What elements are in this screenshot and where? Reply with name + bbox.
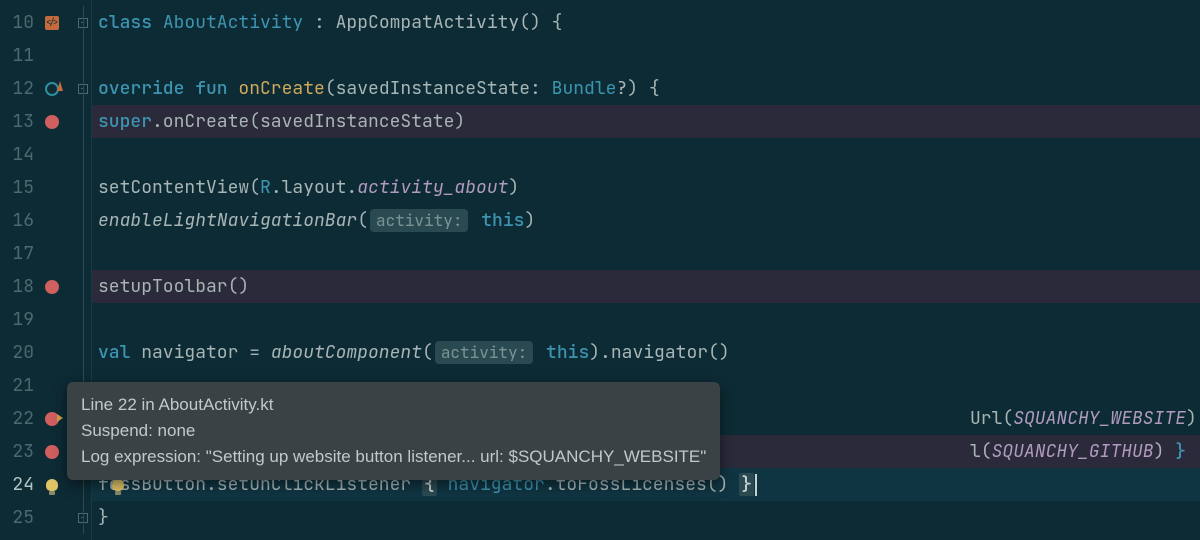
code-line-12[interactable]: override fun onCreate(savedInstanceState… — [92, 72, 1200, 105]
gutter-line-16[interactable]: 16 — [0, 204, 74, 237]
gutter-line-20[interactable]: 20 — [0, 336, 74, 369]
gutter-line-18[interactable]: 18 — [0, 270, 74, 303]
fold-line — [74, 171, 91, 204]
code-tail-23: l(SQUANCHY_GITHUB) } — [970, 440, 1186, 463]
tooltip-suspend: Suspend: none — [81, 418, 706, 444]
gutter-line-10[interactable]: 10 — [0, 6, 74, 39]
line-number: 23 — [6, 440, 34, 463]
gutter-line-23[interactable]: 23 — [0, 435, 74, 468]
fold-line — [74, 237, 91, 270]
code-line-25[interactable]: } — [92, 501, 1200, 534]
fold-line — [74, 204, 91, 237]
fold-line — [74, 39, 91, 72]
gutter-line-19[interactable]: 19 — [0, 303, 74, 336]
override-icon[interactable] — [45, 82, 59, 96]
tooltip-log-expression: Log expression: "Setting up website butt… — [81, 444, 706, 470]
log-breakpoint-icon[interactable] — [45, 412, 59, 426]
breakpoint-tooltip: Line 22 in AboutActivity.kt Suspend: non… — [67, 382, 720, 480]
line-number: 15 — [6, 176, 34, 199]
fold-open-icon[interactable]: - — [78, 84, 88, 94]
fold-line — [74, 138, 91, 171]
line-number: 18 — [6, 275, 34, 298]
gutter-line-13[interactable]: 13 — [0, 105, 74, 138]
line-number: 20 — [6, 341, 34, 364]
line-number: 17 — [6, 242, 34, 265]
line-number: 14 — [6, 143, 34, 166]
gutter-line-12[interactable]: 12 — [0, 72, 74, 105]
intention-bulb-icon[interactable] — [46, 479, 58, 491]
text-caret — [755, 474, 757, 496]
fold-line — [74, 336, 91, 369]
code-line-14[interactable] — [92, 138, 1200, 171]
code-line-17[interactable] — [92, 237, 1200, 270]
line-number: 24 — [6, 473, 34, 496]
file-icon[interactable] — [45, 16, 59, 30]
code-line-16[interactable]: enableLightNavigationBar(activity: this) — [92, 204, 1200, 237]
fold-line: - — [74, 72, 91, 105]
line-number: 13 — [6, 110, 34, 133]
gutter-line-14[interactable]: 14 — [0, 138, 74, 171]
line-number: 25 — [6, 506, 34, 529]
line-number: 10 — [6, 11, 34, 34]
code-line-18[interactable]: setupToolbar() — [92, 270, 1200, 303]
fold-line: - — [74, 501, 91, 534]
gutter-line-24[interactable]: 24 — [0, 468, 74, 501]
param-hint: activity: — [370, 209, 468, 232]
breakpoint-icon[interactable] — [45, 280, 59, 294]
intention-bulb-icon[interactable] — [112, 479, 124, 491]
gutter-line-11[interactable]: 11 — [0, 39, 74, 72]
code-tail-22: Url(SQUANCHY_WEBSITE) } — [970, 407, 1200, 430]
code-line-15[interactable]: setContentView(R.layout.activity_about) — [92, 171, 1200, 204]
code-line-11[interactable] — [92, 39, 1200, 72]
fold-line — [74, 105, 91, 138]
fold-line — [74, 270, 91, 303]
breakpoint-icon[interactable] — [45, 115, 59, 129]
line-number: 22 — [6, 407, 34, 430]
line-number: 12 — [6, 77, 34, 100]
code-line-19[interactable] — [92, 303, 1200, 336]
breakpoint-icon[interactable] — [45, 445, 59, 459]
fold-open-icon[interactable]: - — [78, 18, 88, 28]
line-number-gutter[interactable]: 10 11 12 13 14 15 16 17 18 19 20 21 22 23 24 25 — [0, 0, 74, 540]
fold-line: - — [74, 6, 91, 39]
fold-close-icon[interactable]: - — [78, 513, 88, 523]
gutter-line-15[interactable]: 15 — [0, 171, 74, 204]
line-number: 21 — [6, 374, 34, 397]
code-line-10[interactable]: class AboutActivity : AppCompatActivity(… — [92, 6, 1200, 39]
gutter-line-21[interactable]: 21 — [0, 369, 74, 402]
line-number: 11 — [6, 44, 34, 67]
gutter-line-17[interactable]: 17 — [0, 237, 74, 270]
param-hint: activity: — [435, 341, 533, 364]
gutter-line-22[interactable]: 22 — [0, 402, 74, 435]
tooltip-line-location: Line 22 in AboutActivity.kt — [81, 392, 706, 418]
line-number: 16 — [6, 209, 34, 232]
line-number: 19 — [6, 308, 34, 331]
code-line-13[interactable]: super.onCreate(savedInstanceState) — [92, 105, 1200, 138]
fold-line — [74, 303, 91, 336]
code-line-20[interactable]: val navigator = aboutComponent(activity:… — [92, 336, 1200, 369]
gutter-line-25[interactable]: 25 — [0, 501, 74, 534]
